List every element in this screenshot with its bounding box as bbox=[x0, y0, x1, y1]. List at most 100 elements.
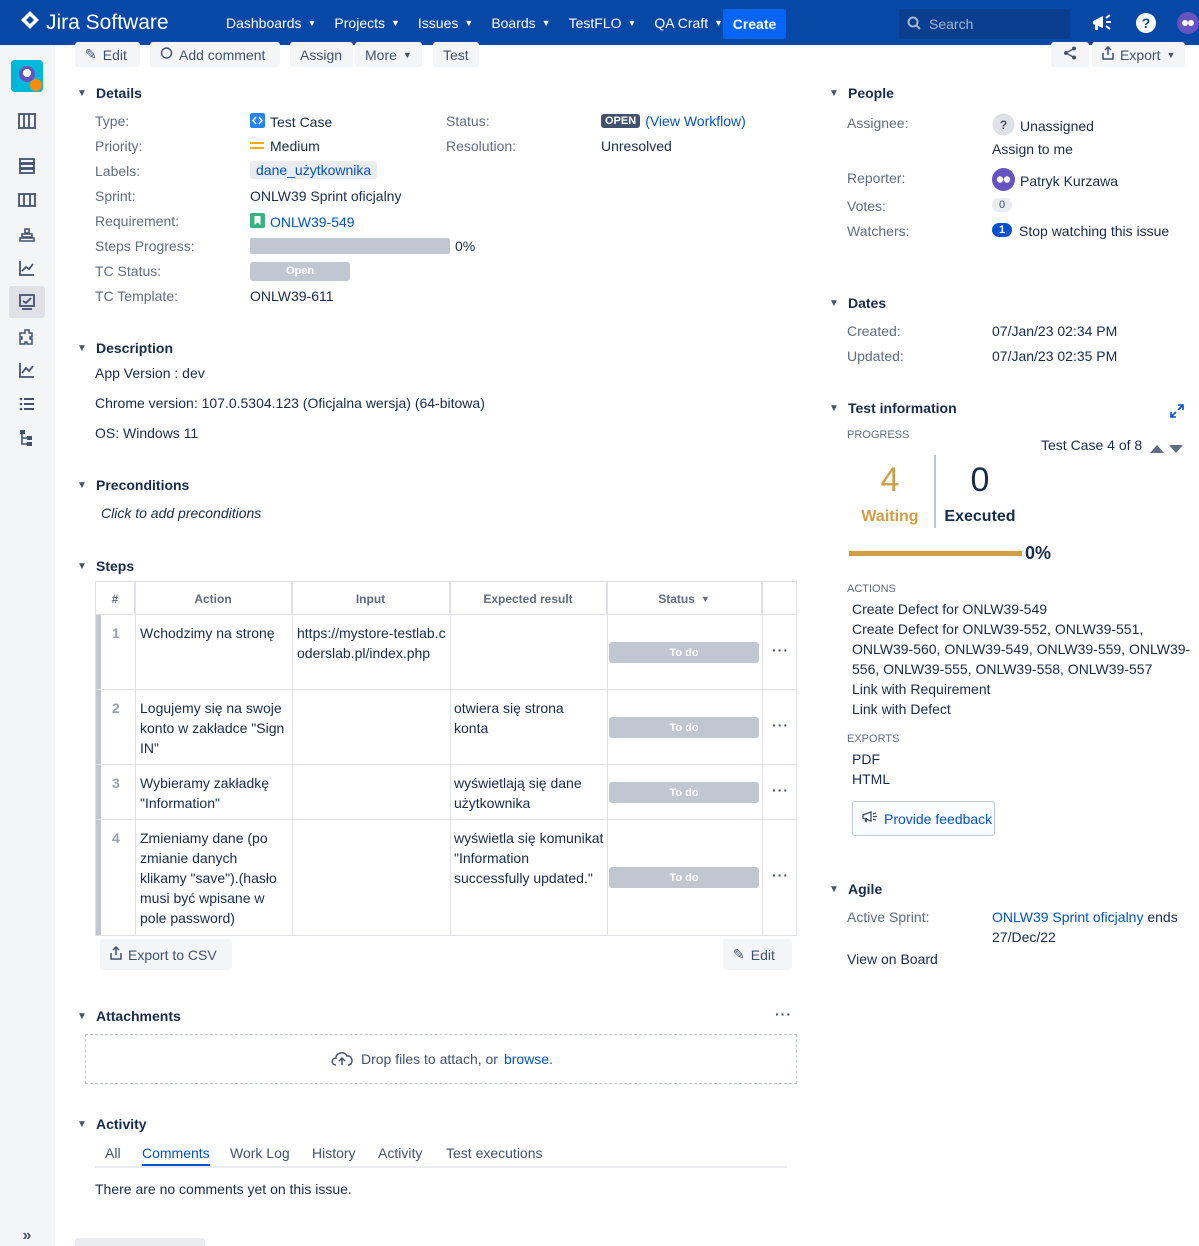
labels-value: dane_użytkownika bbox=[250, 161, 378, 179]
menu-testflo[interactable]: TestFLO ▼ bbox=[560, 0, 646, 45]
expand-arrows-icon[interactable] bbox=[1169, 403, 1185, 422]
step-status-button[interactable]: To do bbox=[609, 717, 759, 738]
view-workflow-link[interactable]: (View Workflow) bbox=[645, 113, 746, 129]
column-header-status[interactable]: Status ▼ bbox=[607, 582, 762, 615]
tc-template-link[interactable]: ONLW39-611 bbox=[250, 288, 334, 304]
step-more-actions-icon[interactable]: ··· bbox=[772, 642, 789, 658]
comment-button-partial[interactable] bbox=[75, 1238, 205, 1246]
releases-icon[interactable] bbox=[9, 218, 45, 250]
assign-to-me-link[interactable]: Assign to me bbox=[992, 141, 1073, 157]
expand-sidebar-icon[interactable]: » bbox=[9, 1220, 45, 1246]
test-information-section-header[interactable]: ▼ Test information bbox=[829, 400, 957, 416]
step-more-actions-icon[interactable]: ··· bbox=[772, 867, 789, 883]
create-defect-multi-link[interactable]: Create Defect for ONLW39-552, ONLW39-551… bbox=[852, 621, 1143, 637]
activity-section-header[interactable]: ▼ Activity bbox=[77, 1116, 147, 1132]
backlog-icon[interactable] bbox=[9, 150, 45, 182]
preconditions-section-header[interactable]: ▼ Preconditions bbox=[77, 477, 189, 493]
create-defect-link[interactable]: Create Defect for ONLW39-549 bbox=[852, 601, 1047, 617]
assign-button[interactable]: Assign bbox=[290, 42, 353, 67]
export-button[interactable]: Export ▼ bbox=[1092, 42, 1185, 67]
steps-section-header[interactable]: ▼ Steps bbox=[77, 558, 134, 574]
stop-watching-link[interactable]: Stop watching this issue bbox=[1019, 223, 1169, 239]
next-test-case-icon[interactable] bbox=[1168, 441, 1184, 457]
test-plan-icon[interactable] bbox=[9, 286, 45, 318]
chart-icon[interactable] bbox=[9, 354, 45, 386]
step-status-button[interactable]: To do bbox=[609, 782, 759, 803]
jira-logo[interactable]: Jira Software bbox=[20, 10, 169, 36]
column-header-action: Action bbox=[135, 582, 292, 615]
test-button[interactable]: Test bbox=[433, 42, 479, 67]
help-icon[interactable]: ? bbox=[1135, 12, 1157, 34]
created-value: 07/Jan/23 02:34 PM bbox=[992, 323, 1118, 339]
collapse-chevron-icon: ▼ bbox=[829, 297, 839, 309]
menu-boards[interactable]: Boards ▼ bbox=[482, 0, 559, 45]
attachments-more-icon[interactable]: ··· bbox=[775, 1006, 792, 1022]
step-status-button[interactable]: To do bbox=[609, 867, 759, 888]
step-more-actions-icon[interactable]: ··· bbox=[772, 717, 789, 733]
tab-comments[interactable]: Comments bbox=[142, 1145, 210, 1166]
people-section-header[interactable]: ▼ People bbox=[829, 85, 894, 101]
preconditions-placeholder[interactable]: Click to add preconditions bbox=[101, 505, 261, 521]
tab-work-log[interactable]: Work Log bbox=[230, 1145, 290, 1161]
menu-issues[interactable]: Issues ▼ bbox=[409, 0, 482, 45]
votes-badge[interactable]: 0 bbox=[992, 198, 1013, 212]
test-progress-bar bbox=[849, 551, 1022, 556]
export-to-csv-button[interactable]: Export to CSV bbox=[100, 939, 232, 970]
search-box[interactable] bbox=[899, 9, 1070, 39]
tab-history[interactable]: History bbox=[312, 1145, 356, 1161]
list-icon[interactable] bbox=[9, 388, 45, 420]
menu-qa-craft[interactable]: QA Craft ▼ bbox=[645, 0, 732, 45]
user-avatar[interactable] bbox=[1177, 12, 1199, 34]
details-section-header[interactable]: ▼ Details bbox=[77, 85, 142, 101]
more-button[interactable]: More ▼ bbox=[355, 42, 422, 67]
steps-progress-label: Steps Progress: bbox=[95, 238, 195, 254]
steps-edit-button[interactable]: ✎ Edit bbox=[723, 939, 792, 970]
export-pdf-link[interactable]: PDF bbox=[852, 751, 880, 767]
add-comment-button[interactable]: Add comment bbox=[150, 42, 280, 67]
step-expected: wyświetla się komunikat "Information suc… bbox=[454, 830, 604, 886]
board-icon[interactable] bbox=[9, 105, 45, 137]
attachments-section-header[interactable]: ▼ Attachments bbox=[77, 1008, 181, 1024]
step-input-link[interactable]: https://mystore-testlab.coderslab.pl/ind… bbox=[297, 623, 447, 663]
export-html-link[interactable]: HTML bbox=[852, 771, 890, 787]
browse-link[interactable]: browse. bbox=[504, 1051, 553, 1067]
collapse-chevron-icon: ▼ bbox=[829, 87, 839, 99]
agile-section-header[interactable]: ▼ Agile bbox=[829, 881, 882, 897]
provide-feedback-button[interactable]: Provide feedback bbox=[852, 801, 995, 836]
edit-button[interactable]: ✎ Edit bbox=[75, 42, 140, 67]
previous-test-case-icon[interactable] bbox=[1149, 441, 1165, 457]
step-more-actions-icon[interactable]: ··· bbox=[772, 782, 789, 798]
description-section-header[interactable]: ▼ Description bbox=[77, 340, 173, 356]
priority-medium-icon bbox=[250, 138, 264, 154]
reports-icon[interactable] bbox=[9, 252, 45, 284]
requirement-link[interactable]: ONLW39-549 bbox=[270, 214, 355, 230]
active-sprint-link[interactable]: ONLW39 Sprint oficjalny bbox=[992, 909, 1143, 925]
project-avatar[interactable] bbox=[11, 60, 43, 92]
step-status-button[interactable]: To do bbox=[609, 642, 759, 663]
sprint-ends-text: ends bbox=[1147, 909, 1178, 925]
create-button[interactable]: Create bbox=[723, 9, 786, 39]
board-columns-icon[interactable] bbox=[9, 184, 45, 216]
tab-all[interactable]: All bbox=[105, 1145, 121, 1161]
menu-projects[interactable]: Projects ▼ bbox=[325, 0, 409, 45]
addons-icon[interactable] bbox=[9, 321, 45, 353]
tree-icon[interactable] bbox=[9, 422, 45, 454]
label-chip[interactable]: dane_użytkownika bbox=[250, 161, 378, 179]
watchers-badge[interactable]: 1 bbox=[992, 223, 1013, 237]
tab-activity[interactable]: Activity bbox=[378, 1145, 422, 1161]
executed-label: Executed bbox=[944, 508, 1016, 525]
menu-dashboards[interactable]: Dashboards ▼ bbox=[217, 0, 325, 45]
tab-test-executions[interactable]: Test executions bbox=[446, 1145, 543, 1161]
create-defect-multi-link[interactable]: 556, ONLW39-555, ONLW39-558, ONLW39-557 bbox=[852, 661, 1152, 677]
share-button[interactable] bbox=[1051, 42, 1089, 67]
notifications-megaphone-icon[interactable] bbox=[1091, 12, 1113, 34]
attachments-dropzone[interactable]: Drop files to attach, or browse. bbox=[85, 1034, 797, 1084]
reporter-label: Reporter: bbox=[847, 170, 906, 186]
collapse-chevron-icon: ▼ bbox=[829, 883, 839, 895]
link-with-defect[interactable]: Link with Defect bbox=[852, 701, 951, 717]
create-defect-multi-link[interactable]: ONLW39-560, ONLW39-549, ONLW39-559, ONLW… bbox=[852, 641, 1190, 657]
search-input[interactable] bbox=[929, 16, 1059, 32]
view-on-board-link[interactable]: View on Board bbox=[847, 951, 938, 967]
dates-section-header[interactable]: ▼ Dates bbox=[829, 295, 886, 311]
link-with-requirement[interactable]: Link with Requirement bbox=[852, 681, 991, 697]
